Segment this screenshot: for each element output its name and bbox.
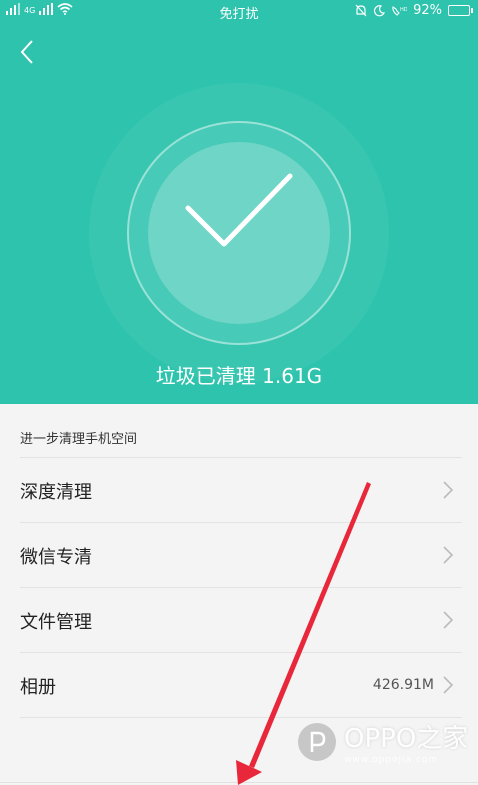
divider: [0, 782, 478, 783]
moon-icon: [374, 4, 386, 16]
chevron-right-icon: [443, 676, 454, 694]
deep-clean-item[interactable]: 深度清理: [0, 458, 478, 522]
album-item[interactable]: 相册 426.91M: [0, 653, 478, 717]
checkmark-icon: [185, 173, 293, 247]
svg-text:HD: HD: [400, 7, 407, 13]
back-button[interactable]: [14, 36, 44, 70]
list-item-label: 相册: [20, 677, 56, 698]
section-header: 进一步清理手机空间: [20, 432, 138, 447]
wechat-clean-item[interactable]: 微信专清: [0, 523, 478, 587]
watermark-logo-icon: [298, 722, 336, 761]
hd-call-icon: HD: [392, 5, 407, 16]
battery-percent: 92%: [413, 3, 442, 18]
watermark-url: www.oppojia.com: [344, 755, 439, 765]
status-bar: 4G 免打扰 HD 92%: [0, 0, 478, 24]
cleaned-amount-text: 垃圾已清理 1.61G: [155, 364, 323, 388]
file-manager-item[interactable]: 文件管理: [0, 588, 478, 652]
list-item-label: 文件管理: [20, 612, 92, 633]
chevron-right-icon: [443, 481, 454, 499]
watermark: OPPO之家 www.oppojia.com: [298, 718, 468, 765]
list-item-label: 深度清理: [20, 482, 92, 503]
list-item-label: 微信专清: [20, 547, 92, 568]
result-header: 4G 免打扰 HD 92% 垃圾已清理 1.61G: [0, 0, 478, 404]
chevron-right-icon: [443, 611, 454, 629]
watermark-text: OPPO之家: [344, 724, 469, 754]
chevron-right-icon: [443, 546, 454, 564]
status-indicators: HD 92%: [355, 3, 473, 18]
battery-icon: [448, 5, 473, 16]
album-size-value: 426.91M: [372, 677, 434, 693]
chevron-left-icon: [20, 40, 33, 64]
p-logo-icon: [310, 731, 326, 752]
bell-muted-icon: [355, 4, 367, 17]
